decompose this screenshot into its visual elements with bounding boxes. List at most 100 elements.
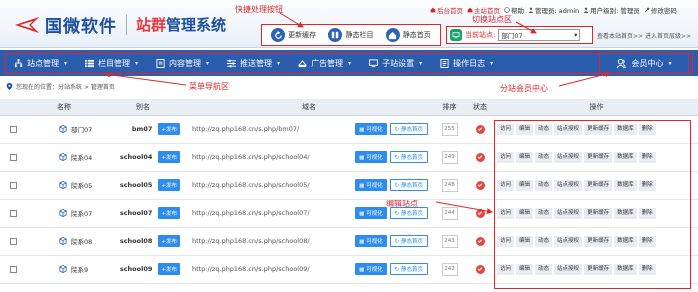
nav-content-manage[interactable]: 内容管理 ▾ [147,53,218,74]
row-checkbox[interactable] [9,181,17,189]
nav-operation-log[interactable]: 操作日志 ▾ [431,53,502,74]
op-button-2[interactable]: 动态 [535,179,553,191]
sort-input[interactable]: 248 [441,178,458,192]
op-button-0[interactable]: 访问 [497,235,515,247]
sort-input[interactable]: 244 [441,206,458,220]
op-button-3[interactable]: 站点授权 [554,151,583,163]
sort-input[interactable]: 242 [441,262,458,276]
op-button-6[interactable]: 删除 [638,179,656,191]
nav-ad-manage[interactable]: 广告管理 ▾ [289,53,360,74]
op-button-1[interactable]: 编辑 [516,235,534,247]
visualize-button[interactable]: ▦ 可视化 [355,263,387,275]
op-button-2[interactable]: 动态 [535,123,553,135]
op-button-1[interactable]: 编辑 [516,263,534,275]
static-home-row-button[interactable]: ↻ 静态首页 [389,207,428,219]
nav-push-manage[interactable]: 推送管理 ▾ [218,53,289,74]
op-button-4[interactable]: 更新缓存 [584,235,613,247]
op-button-6[interactable]: 删除 [638,263,656,275]
op-button-3[interactable]: 站点授权 [554,123,583,135]
op-button-5[interactable]: 数据库 [614,179,637,191]
op-button-0[interactable]: 访问 [497,179,515,191]
op-button-6[interactable]: 删除 [638,123,656,135]
site-name[interactable]: 院系05 [71,180,92,190]
site-name[interactable]: 院系07 [71,208,92,218]
row-checkbox[interactable] [9,153,17,161]
static-home-row-button[interactable]: ↻ 静态首页 [389,151,428,163]
visualize-button[interactable]: ▦ 可视化 [355,179,387,191]
site-domain[interactable]: http://zq.php168.cn/s.php/school09/ [184,265,310,273]
op-button-1[interactable]: 编辑 [516,123,534,135]
op-button-6[interactable]: 删除 [638,207,656,219]
visualize-button[interactable]: ▦ 可视化 [355,207,387,219]
site-domain[interactable]: http://zq.php168.cn/s.php/school07/ [184,209,310,217]
publish-button[interactable]: +发布 [158,179,180,191]
row-checkbox[interactable] [9,237,17,245]
op-button-3[interactable]: 站点授权 [554,207,583,219]
op-button-3[interactable]: 站点授权 [554,263,583,275]
visualize-button[interactable]: ▦ 可视化 [355,151,387,163]
op-button-1[interactable]: 编辑 [516,179,534,191]
static-home-row-button[interactable]: ↻ 静态首页 [389,179,428,191]
site-domain[interactable]: http://zq.php168.cn/s.php/bm07/ [184,125,299,133]
site-domain[interactable]: http://zq.php168.cn/s.php/school05/ [184,181,310,189]
static-home-row-button[interactable]: ↻ 静态首页 [389,235,428,247]
op-button-0[interactable]: 访问 [497,123,515,135]
op-button-4[interactable]: 更新缓存 [584,263,613,275]
row-checkbox[interactable] [9,125,17,133]
view-site-links[interactable]: 查看本站首页>> 进入首页层级>> [597,31,691,40]
row-checkbox[interactable] [9,209,17,217]
publish-button[interactable]: +发布 [158,151,180,163]
op-button-3[interactable]: 站点授权 [554,179,583,191]
site-name[interactable]: 院系08 [71,236,92,246]
op-button-3[interactable]: 站点授权 [554,235,583,247]
refresh-cache-button[interactable]: 更新缓存 [271,28,316,42]
op-button-2[interactable]: 动态 [535,235,553,247]
static-home-row-button[interactable]: ↻ 静态首页 [389,123,428,135]
site-domain[interactable]: http://zq.php168.cn/s.php/school08/ [184,237,310,245]
site-name[interactable]: 院系9 [71,264,88,274]
static-home-row-button[interactable]: ↻ 静态首页 [389,263,428,275]
publish-button[interactable]: +发布 [158,263,180,275]
op-button-5[interactable]: 数据库 [614,123,637,135]
static-column-button[interactable]: 静态栏目 [328,28,373,42]
publish-button[interactable]: +发布 [158,123,180,135]
visualize-button[interactable]: ▦ 可视化 [355,235,387,247]
sort-input[interactable]: 249 [441,150,458,164]
member-center[interactable]: 会员中心 ▾ [599,53,689,74]
op-button-2[interactable]: 动态 [535,151,553,163]
op-button-5[interactable]: 数据库 [614,263,637,275]
logo[interactable]: 国微软件 站群管理系统 [14,12,226,37]
op-button-0[interactable]: 访问 [497,151,515,163]
publish-button[interactable]: +发布 [158,207,180,219]
op-button-4[interactable]: 更新缓存 [584,207,613,219]
row-checkbox[interactable] [9,265,17,273]
visualize-button[interactable]: ▦ 可视化 [355,123,387,135]
op-button-0[interactable]: 访问 [497,207,515,219]
nav-site-manage[interactable]: 站点管理 ▾ [5,53,76,74]
static-home-button[interactable]: 静态首页 [385,28,431,42]
op-button-5[interactable]: 数据库 [614,151,637,163]
op-button-5[interactable]: 数据库 [614,235,637,247]
site-domain[interactable]: http://zq.php168.cn/s.php/school04/ [184,153,310,161]
op-button-4[interactable]: 更新缓存 [584,123,613,135]
op-button-2[interactable]: 动态 [535,263,553,275]
op-button-5[interactable]: 数据库 [614,207,637,219]
site-name[interactable]: 部门07 [71,124,92,134]
admin-home-link[interactable]: 后台首页 [430,5,463,15]
op-button-4[interactable]: 更新缓存 [584,151,613,163]
nav-subsite-settings[interactable]: 子站设置 ▾ [360,53,431,74]
site-name[interactable]: 院系04 [71,152,92,162]
op-button-2[interactable]: 动态 [535,207,553,219]
op-button-6[interactable]: 删除 [638,151,656,163]
nav-column-manage[interactable]: 栏目管理 ▾ [76,53,147,74]
change-password-link[interactable]: 修改密码 [644,5,677,15]
sort-input[interactable]: 255 [441,122,458,136]
op-button-6[interactable]: 删除 [638,235,656,247]
op-button-0[interactable]: 访问 [497,263,515,275]
op-button-1[interactable]: 编辑 [516,207,534,219]
sort-input[interactable]: 243 [441,234,458,248]
publish-button[interactable]: +发布 [158,235,180,247]
op-button-1[interactable]: 编辑 [516,151,534,163]
op-button-4[interactable]: 更新缓存 [584,179,613,191]
current-site-select[interactable]: 部门07 ▾ [498,29,581,41]
